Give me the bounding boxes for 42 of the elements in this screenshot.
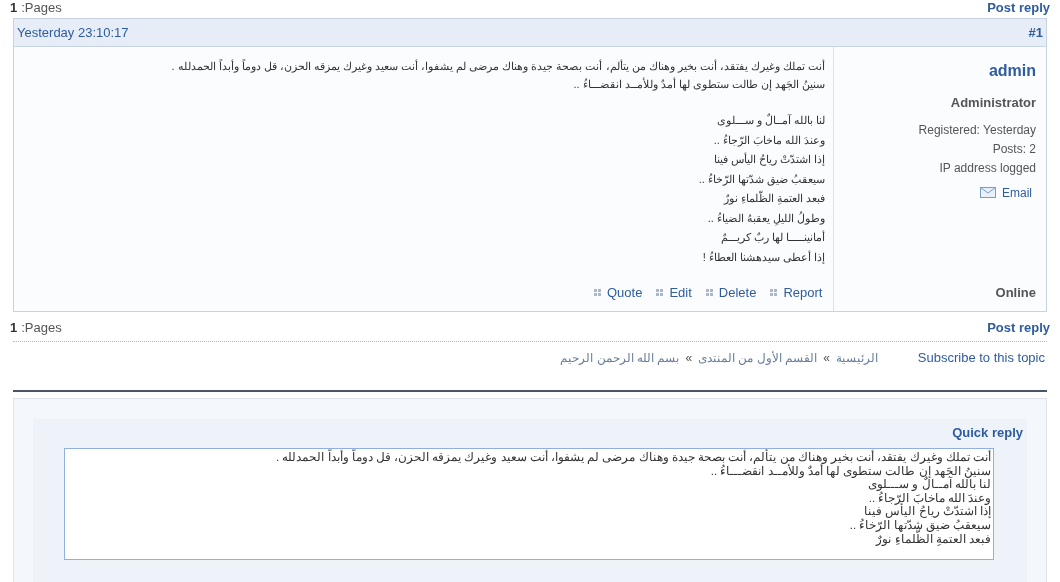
post-action-link[interactable]: Delete	[705, 283, 757, 303]
envelope-icon	[980, 187, 996, 198]
post-time-link[interactable]: Yesterday 23:10:17	[17, 22, 129, 43]
post-paragraph: أنت تملك وغيرك يفتقد، أنت بخير وهناك من يتألم، أنت بصحة جيدة وهناك مرضى لم يشفوا، أنت سعيد وغيرك يمزقه الحزن، قل دوماً وأبداً الحمدلله .	[170, 58, 825, 75]
registered-date: Registered: Yesterday	[918, 121, 1036, 139]
post-reply-link[interactable]: Post reply	[987, 317, 1050, 338]
poem-line: إذا اشتدّتْ رياحُ اليأس فينا	[712, 151, 825, 168]
post-count: Posts: 2	[992, 140, 1036, 158]
poem-line: فبعد العتمةِ الظّلماءِ نورٌ	[722, 189, 825, 207]
message-field[interactable]: أنت تملك وغيرك يفتقد، أنت بخير وهناك من يتألم، أنت بصحة جيدة وهناك مرضى لم يشفوا، أنت سعيد وغيرك يمزقه الحزن، قل دوماً وأبداً الحمدلله . سنينُ الجَهد إن طالت ستطوى لها أمدٌ وللأمــد انقضـــاءُ .. لنا بالله آمــالٌ و ســـلوى وعندَ الله ماخابَ الرّجاءُ .. إذا اشتدّتْ رياحُ اليأس فينا سيعقبُ ضيق شدّتها الرّخاءُ .. فبعد العتمةِ الظّلماءِ نورٌ	[64, 448, 994, 560]
poem-line: وعندَ الله ماخابَ الرّجاءُ ..	[712, 132, 825, 149]
poem-line: سيعقبُ ضيق شدّتها الرّخاءُ ..	[697, 171, 825, 188]
breadcrumb-link[interactable]: القسم الأول من المنتدى	[698, 348, 818, 367]
post-reply-link[interactable]: Post reply	[987, 0, 1050, 18]
post-action-link[interactable]: Quote	[594, 283, 643, 303]
page-number[interactable]: 1	[10, 317, 18, 338]
breadcrumb-separator: »	[685, 349, 693, 367]
breadcrumb-link[interactable]: الرئيسية	[835, 348, 878, 367]
breadcrumb-separator: »	[823, 349, 830, 367]
pages-label: :Pages	[21, 0, 62, 18]
pages-label: :Pages	[21, 318, 62, 337]
online-status: Online	[995, 284, 1036, 302]
breadcrumb-link[interactable]: بسم الله الرحمن الرحيم	[560, 348, 680, 367]
subscribe-link[interactable]: Subscribe to this topic	[917, 347, 1045, 368]
grid-icon	[594, 289, 601, 297]
author-name[interactable]: admin	[988, 59, 1036, 83]
post-action-link[interactable]: Report	[770, 283, 823, 303]
grid-icon	[656, 289, 664, 297]
poem-line: إذا أعطى سيدهشنا العطاءُ !	[701, 249, 825, 266]
ip-address-note: IP address logged	[939, 159, 1036, 177]
post-number-link[interactable]: #1	[1028, 22, 1043, 43]
page-number[interactable]: 1	[10, 0, 18, 18]
poem-line: لنا بالله آمــالٌ و ســـلوى	[715, 112, 825, 129]
poem-line: أمانينـــــا لها ربٌ كريـــمٌ	[719, 229, 825, 246]
email-link[interactable]: Email	[980, 183, 1032, 202]
post-paragraph: سنينُ الجَهد إن طالت ستطوى لها أمدٌ وللأمــد انقضـــاءُ ..	[572, 76, 825, 93]
grid-icon	[705, 289, 713, 297]
poem-line: وطولُ الليلِ يعقبهُ الضياءُ ..	[706, 210, 825, 228]
grid-icon	[770, 289, 778, 297]
post-action-link[interactable]: Edit	[656, 283, 692, 303]
author-title: Administrator	[950, 94, 1036, 112]
quick-reply-title: Quick reply	[952, 423, 1023, 442]
